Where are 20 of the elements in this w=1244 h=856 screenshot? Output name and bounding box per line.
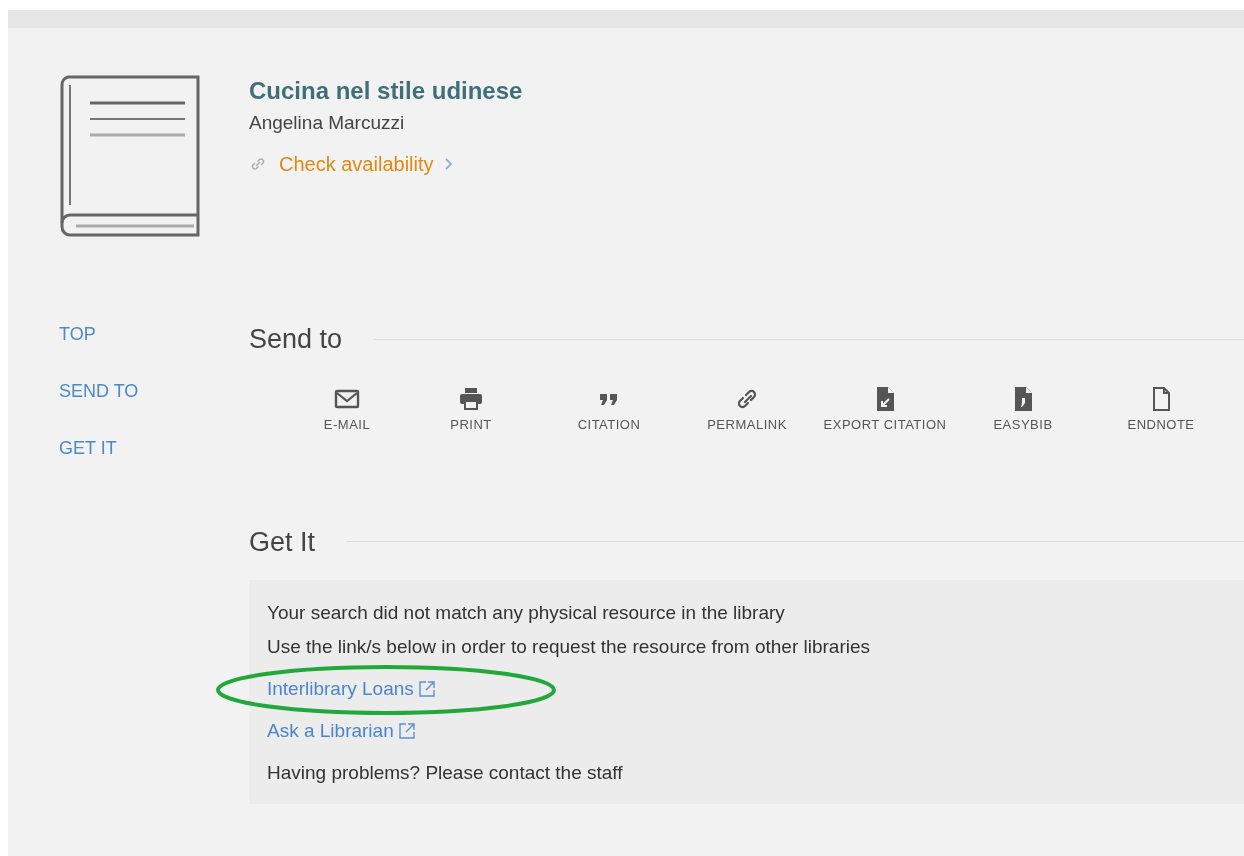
- send-to-button[interactable]: ENDNOTE: [1092, 385, 1230, 435]
- message-text: Your search did not match any physical resource in the library: [267, 600, 785, 625]
- message-text: Use the link/s below in order to request the resource from other libraries: [267, 634, 870, 659]
- send-to-button[interactable]: PERMALINK: [678, 385, 816, 435]
- section-heading: Send to: [249, 323, 344, 355]
- book-icon: [60, 75, 202, 237]
- record-title[interactable]: Cucina nel stile udinese: [249, 75, 523, 107]
- send-to-button[interactable]: E-MAIL: [292, 385, 402, 435]
- external-link-icon: [417, 679, 436, 698]
- link-icon: [249, 155, 267, 173]
- section-heading: Get It: [249, 525, 317, 558]
- send-to-button[interactable]: EXPORT CITATION: [816, 385, 954, 435]
- message-text: Having problems? Please contact the staff: [267, 760, 623, 785]
- printer-icon: [458, 385, 484, 413]
- send-to-button[interactable]: PRINT: [402, 385, 540, 435]
- send-to-button[interactable]: EASYBIB: [954, 385, 1092, 435]
- record-author: Angelina Marcuzzi: [249, 111, 406, 135]
- send-to-button[interactable]: CITATION: [540, 385, 678, 435]
- external-link-icon: [397, 721, 416, 740]
- chevron-right-icon: [443, 157, 454, 171]
